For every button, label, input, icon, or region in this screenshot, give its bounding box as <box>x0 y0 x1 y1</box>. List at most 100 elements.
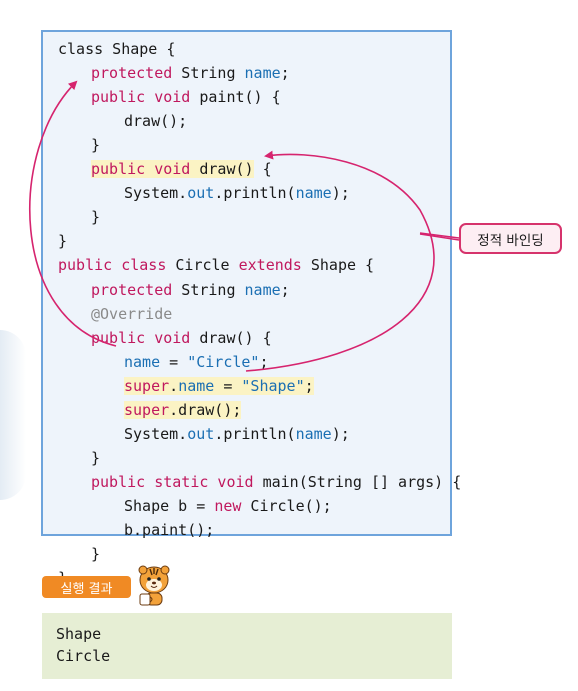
code-token: draw() <box>190 160 254 179</box>
code-token: public static void <box>91 472 254 491</box>
code-token: ); <box>331 424 350 443</box>
output-line: Circle <box>56 647 111 665</box>
code-line: super.name = "Shape"; <box>124 375 314 397</box>
code-text: public void draw() { <box>91 329 272 347</box>
code-text: } <box>91 136 100 154</box>
code-token: Shape b = <box>124 496 215 515</box>
code-token: name <box>295 184 332 203</box>
code-line: public void draw() { <box>91 158 272 180</box>
code-token: name <box>244 64 281 83</box>
code-token: draw(); <box>124 112 188 131</box>
code-token: protected <box>91 64 173 83</box>
code-token: @Override <box>91 304 173 323</box>
code-text: System.out.println(name); <box>124 425 350 443</box>
code-token: = <box>214 376 242 395</box>
code-line: class Shape { <box>58 38 175 60</box>
code-line: draw(); <box>124 110 187 132</box>
code-token: ; <box>259 352 269 371</box>
code-text: b.paint(); <box>124 521 214 539</box>
code-token: public void <box>91 328 191 347</box>
code-text: public static void main(String [] args) … <box>91 473 461 491</box>
code-token: out <box>187 424 215 443</box>
code-token: "Circle" <box>187 352 260 371</box>
code-line: name = "Circle"; <box>124 351 269 373</box>
code-token: } <box>91 136 101 155</box>
code-line: System.out.println(name); <box>124 182 350 204</box>
code-token: ; <box>280 64 290 83</box>
code-text: System.out.println(name); <box>124 184 350 202</box>
code-line: } <box>91 134 100 156</box>
code-line: public static void main(String [] args) … <box>91 471 461 493</box>
code-token: public void <box>91 88 191 107</box>
code-line: public class Circle extends Shape { <box>58 254 374 276</box>
code-text: public class Circle extends Shape { <box>58 256 374 274</box>
code-token: super <box>124 400 170 419</box>
code-token: new <box>214 496 242 515</box>
result-badge: 실행 결과 <box>42 576 131 598</box>
code-token: protected <box>91 280 173 299</box>
code-token: draw() { <box>190 328 272 347</box>
code-token: main(String [] args) { <box>253 472 462 491</box>
code-token: Circle(); <box>241 496 332 515</box>
code-line: b.paint(); <box>124 519 214 541</box>
code-line: System.out.println(name); <box>124 423 350 445</box>
code-token: String <box>172 280 245 299</box>
code-line: public void draw() { <box>91 327 272 349</box>
code-token: out <box>187 184 215 203</box>
code-text: } <box>91 449 100 467</box>
code-text: class Shape { <box>58 40 175 58</box>
code-token: { <box>253 160 272 179</box>
highlighted-code: super.name = "Shape"; <box>124 376 314 395</box>
code-line: protected String name; <box>91 62 290 84</box>
code-block: class Shape { protected String name; publi… <box>41 30 461 587</box>
code-token: extends <box>238 256 302 275</box>
code-line: } <box>91 206 100 228</box>
code-text: } <box>91 208 100 226</box>
code-text: } <box>58 232 67 250</box>
code-line: } <box>91 543 100 565</box>
code-token: ; <box>304 376 314 395</box>
code-token: } <box>91 545 101 564</box>
code-token: paint() { <box>190 88 281 107</box>
code-text: name = "Circle"; <box>124 353 269 371</box>
code-token: = <box>160 352 188 371</box>
page-edge-shadow <box>0 330 26 500</box>
highlighted-code: public void draw() <box>91 160 254 179</box>
code-token: name <box>244 280 281 299</box>
code-token: "Shape" <box>241 376 305 395</box>
code-token: String <box>172 64 245 83</box>
code-token: public class <box>58 256 167 275</box>
code-token: name <box>124 352 161 371</box>
code-token: } <box>91 448 101 467</box>
code-token: Circle <box>166 256 239 275</box>
code-token: . <box>169 376 179 395</box>
code-line: public void paint() { <box>91 86 281 108</box>
code-token: ; <box>280 280 290 299</box>
code-token: name <box>178 376 215 395</box>
highlighted-code: super.draw(); <box>124 400 242 419</box>
code-token: System. <box>124 424 188 443</box>
code-token: } <box>58 232 68 251</box>
code-token: .println( <box>214 424 296 443</box>
code-text: public void paint() { <box>91 88 281 106</box>
code-token: .println( <box>214 184 296 203</box>
code-text: Shape b = new Circle(); <box>124 497 332 515</box>
output-line: Shape <box>56 625 102 643</box>
code-token: .draw(); <box>169 400 242 419</box>
code-token: super <box>124 376 170 395</box>
code-line: protected String name; <box>91 279 290 301</box>
code-text: @Override <box>91 305 172 323</box>
code-text: } <box>91 545 100 563</box>
code-text: protected String name; <box>91 64 290 82</box>
code-token: public void <box>91 160 191 179</box>
code-line: @Override <box>91 303 172 325</box>
code-token: Shape { <box>301 256 375 275</box>
code-line: } <box>58 230 67 252</box>
code-line: super.draw(); <box>124 399 242 421</box>
code-token: b.paint(); <box>124 521 215 539</box>
tiger-mascot-icon <box>138 565 170 606</box>
code-token: } <box>91 208 101 227</box>
static-binding-callout: 정적 바인딩 <box>459 223 562 254</box>
code-line: } <box>91 447 100 469</box>
code-token: name <box>295 424 332 443</box>
